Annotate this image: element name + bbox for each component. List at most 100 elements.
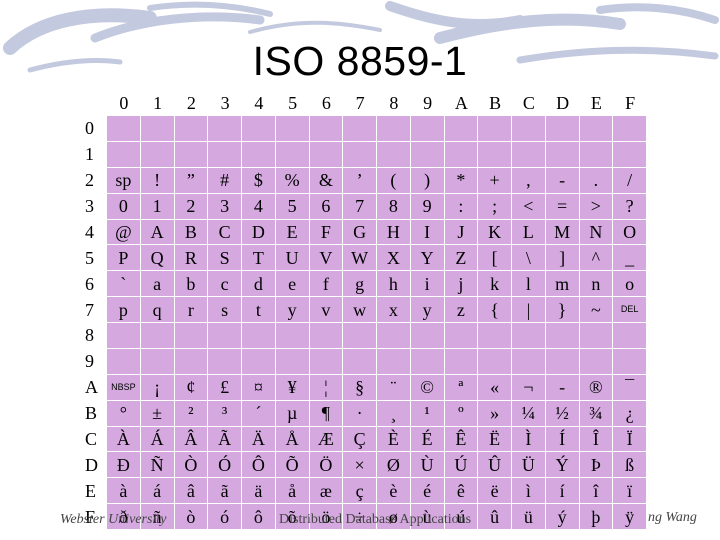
char-cell: ý: [545, 504, 580, 530]
char-cell: h: [377, 271, 411, 298]
char-cell: D: [242, 219, 276, 246]
char-cell: á: [140, 478, 175, 505]
char-cell: e: [275, 271, 310, 298]
column-header: 4: [254, 92, 264, 113]
char-cell: Ð: [107, 452, 141, 479]
char-cell: A: [140, 219, 175, 246]
column-header: 5: [288, 92, 298, 113]
table-corner: [73, 90, 107, 116]
row-header: 6: [85, 273, 94, 294]
char-cell: [478, 116, 512, 142]
char-cell: ½: [545, 400, 580, 427]
char-cell: [275, 116, 310, 142]
column-header: 7: [355, 92, 365, 113]
char-cell: y: [275, 297, 310, 323]
char-cell: À: [107, 426, 141, 453]
char-cell: (: [377, 167, 411, 194]
char-cell: º: [444, 400, 479, 427]
char-cell: T: [242, 245, 276, 272]
char-cell: Í: [545, 426, 580, 453]
column-header: 6: [321, 92, 331, 113]
char-cell: [242, 348, 276, 375]
char-cell: g: [343, 271, 377, 298]
char-cell: £: [208, 374, 242, 401]
charset-table: 0 1 2 3 4 5 6 7 8 9 A B C D E F 0 1 2 sp!” # $% &’() * +, -./3 0 1 2…: [73, 90, 647, 530]
char-cell: p: [107, 297, 141, 323]
char-cell: »: [478, 400, 512, 427]
char-cell: ÿ: [613, 504, 647, 530]
char-cell: [309, 323, 344, 349]
char-cell: 0: [107, 193, 141, 220]
char-cell: ¥: [275, 374, 310, 401]
char-cell: -: [545, 374, 580, 401]
char-cell: [107, 141, 141, 168]
char-cell: #: [208, 167, 242, 194]
column-header: 3: [220, 92, 230, 113]
char-cell: Ù: [410, 452, 445, 479]
char-cell: [545, 116, 580, 142]
char-cell: sp: [107, 167, 141, 194]
char-cell: [512, 323, 546, 349]
char-cell: [275, 141, 310, 168]
char-cell: y: [410, 297, 445, 323]
char-cell: à: [107, 478, 141, 505]
column-header: 9: [423, 92, 433, 113]
char-cell: %: [275, 167, 310, 194]
column-header: 0: [119, 92, 129, 113]
char-cell: ¼: [512, 400, 546, 427]
char-cell: ä: [242, 478, 276, 505]
char-cell: [140, 116, 175, 142]
char-cell: t: [242, 297, 276, 323]
char-cell: B: [174, 219, 209, 246]
char-cell: ¯: [613, 374, 647, 401]
char-cell: <: [512, 193, 546, 220]
row-header: B: [85, 403, 98, 424]
char-cell: ü: [512, 504, 546, 530]
char-cell: J: [444, 219, 479, 246]
char-cell: M: [545, 219, 580, 246]
char-cell: [140, 323, 175, 349]
char-cell: X: [377, 245, 411, 272]
char-cell: [545, 348, 580, 375]
char-cell: 7: [343, 193, 377, 220]
char-cell: *: [444, 167, 479, 194]
char-cell: [444, 323, 479, 349]
char-cell: è: [377, 478, 411, 505]
row-header: C: [85, 428, 98, 449]
char-cell: Þ: [579, 452, 614, 479]
char-cell: ¤: [242, 374, 276, 401]
char-cell: [613, 116, 647, 142]
char-cell: [107, 116, 141, 142]
char-cell: $: [242, 167, 276, 194]
char-cell: ó: [208, 504, 242, 530]
column-header: 8: [389, 92, 399, 113]
row-header: 3: [85, 196, 94, 217]
column-header: C: [522, 92, 535, 113]
char-cell: z: [444, 297, 479, 323]
char-cell: ¶: [309, 400, 344, 427]
char-cell: K: [478, 219, 512, 246]
char-cell: [275, 348, 310, 375]
char-cell: ç: [343, 478, 377, 505]
char-cell: 9: [410, 193, 445, 220]
char-cell: ¬: [512, 374, 546, 401]
char-cell: [377, 116, 411, 142]
char-cell: Á: [140, 426, 175, 453]
char-cell: Ô: [242, 452, 276, 479]
char-cell: }: [545, 297, 580, 323]
char-cell: Å: [275, 426, 310, 453]
char-cell: 3: [208, 193, 242, 220]
char-cell: ô: [242, 504, 276, 530]
char-cell: ,: [512, 167, 546, 194]
char-cell: [579, 323, 614, 349]
char-cell: [174, 141, 209, 168]
char-cell: Y: [410, 245, 445, 272]
char-cell: NBSP: [107, 374, 141, 401]
page-title: ISO 8859-1: [252, 38, 468, 84]
char-cell: ë: [478, 478, 512, 505]
char-cell: @: [107, 219, 141, 246]
char-cell: 4: [242, 193, 276, 220]
row-header: 7: [85, 299, 94, 320]
char-cell: [512, 141, 546, 168]
char-cell: _: [613, 245, 647, 272]
